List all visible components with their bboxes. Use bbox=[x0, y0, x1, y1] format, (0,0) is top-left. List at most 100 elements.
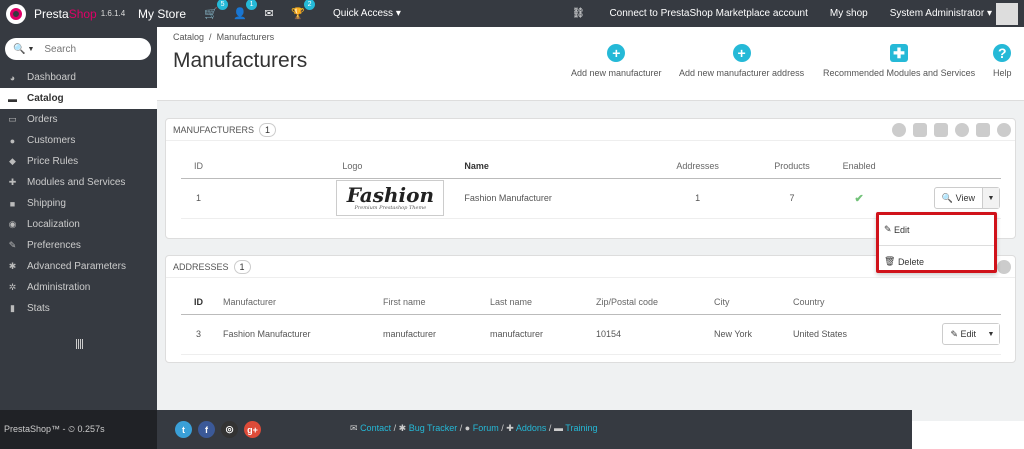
caret-down-icon[interactable]: ▼ bbox=[27, 46, 34, 53]
table-row[interactable]: 3 Fashion Manufacturer manufacturer manu… bbox=[181, 314, 1001, 355]
sidebar-item-label: Advanced Parameters bbox=[27, 261, 126, 272]
cell-id: 3 bbox=[181, 314, 223, 355]
search-input[interactable] bbox=[44, 43, 145, 55]
admin-menu[interactable]: System Administrator ▾ bbox=[890, 8, 992, 19]
column-header[interactable]: Last name bbox=[490, 291, 596, 315]
collapse-sidebar-icon[interactable] bbox=[76, 339, 83, 349]
caret-down-icon: ▼ bbox=[987, 330, 995, 338]
wrench-icon: ✎ bbox=[8, 240, 17, 250]
dropdown-delete[interactable]: 🗑 Delete bbox=[879, 249, 994, 274]
sidebar-item-label: Catalog bbox=[27, 93, 64, 104]
recommended-modules-button[interactable]: ✚ Recommended Modules and Services bbox=[823, 44, 975, 78]
column-header[interactable]: Name bbox=[444, 155, 643, 179]
quick-access-menu[interactable]: Quick Access ▾ bbox=[333, 8, 401, 19]
sidebar-item-orders[interactable]: ▭ Orders bbox=[0, 109, 157, 130]
column-header[interactable]: Zip/Postal code bbox=[596, 291, 714, 315]
sidebar-item-label: Dashboard bbox=[27, 72, 76, 83]
actions-dropdown-menu: ✎ Edit 🗑 Delete bbox=[876, 212, 997, 273]
row-actions: ✎ Edit ▼ bbox=[942, 323, 1000, 345]
column-header[interactable]: Products bbox=[752, 155, 832, 179]
cell-name: Fashion Manufacturer bbox=[444, 178, 643, 219]
sidebar-item-shipping[interactable]: ■ Shipping bbox=[0, 193, 157, 214]
sidebar-item-price-rules[interactable]: ◆ Price Rules bbox=[0, 151, 157, 172]
cell-products: 7 bbox=[752, 178, 832, 219]
avatar[interactable] bbox=[996, 2, 1018, 25]
manufacturer-logo: Fashion Premium Prestashop Theme bbox=[336, 180, 445, 216]
add-manufacturer-button[interactable]: + Add new manufacturer bbox=[571, 44, 662, 78]
recommended-modules-label: Recommended Modules and Services bbox=[823, 68, 976, 78]
export-icon[interactable] bbox=[913, 123, 927, 137]
database-icon[interactable] bbox=[997, 123, 1011, 137]
column-header[interactable]: Enabled bbox=[831, 155, 887, 179]
github-icon[interactable]: ◎ bbox=[221, 421, 238, 438]
my-shop-link[interactable]: My shop bbox=[830, 8, 868, 19]
sidebar-item-stats[interactable]: ▮ Stats bbox=[0, 298, 157, 319]
count-badge: 1 bbox=[259, 122, 277, 137]
column-header[interactable]: First name bbox=[383, 291, 490, 315]
column-header[interactable]: City bbox=[714, 291, 793, 315]
twitter-icon[interactable]: t bbox=[175, 421, 192, 438]
add-address-button[interactable]: + Add new manufacturer address bbox=[679, 44, 804, 78]
facebook-icon[interactable]: f bbox=[198, 421, 215, 438]
bug-tracker-link[interactable]: Bug Tracker bbox=[409, 423, 458, 433]
cell-logo: Fashion Premium Prestashop Theme bbox=[260, 178, 445, 219]
sidebar-item-dashboard[interactable]: ◕ Dashboard bbox=[0, 67, 157, 88]
sidebar-item-catalog[interactable]: ▬ Catalog bbox=[0, 88, 157, 109]
column-header[interactable]: Manufacturer bbox=[223, 291, 383, 315]
view-button[interactable]: 🔍 View bbox=[935, 188, 983, 208]
sidebar-item-label: Price Rules bbox=[27, 156, 79, 167]
edit-label: Edit bbox=[894, 224, 910, 235]
envelope-icon[interactable]: ✉ bbox=[262, 7, 276, 21]
quick-access-label: Quick Access bbox=[333, 8, 394, 19]
sidebar-item-administration[interactable]: ✲ Administration bbox=[0, 277, 157, 298]
sidebar-item-advanced-parameters[interactable]: ✱ Advanced Parameters bbox=[0, 256, 157, 277]
cogs-icon: ✱ bbox=[8, 261, 17, 271]
google-plus-icon[interactable]: g+ bbox=[244, 421, 261, 438]
help-icon: ? bbox=[993, 44, 1012, 62]
addons-link[interactable]: Addons bbox=[516, 423, 547, 433]
footer-links: ✉ Contact / ✱ Bug Tracker / ● Forum / ✚ … bbox=[350, 423, 597, 434]
column-header[interactable]: Addresses bbox=[642, 155, 753, 179]
cloud-icon[interactable] bbox=[934, 123, 948, 137]
blank-area bbox=[912, 421, 1024, 449]
sidebar-item-modules[interactable]: ✚ Modules and Services bbox=[0, 172, 157, 193]
sidebar-item-customers[interactable]: ● Customers bbox=[0, 130, 157, 151]
cog-icon: ✲ bbox=[8, 282, 17, 292]
sidebar-item-localization[interactable]: ◉ Localization bbox=[0, 214, 157, 235]
sidebar-item-preferences[interactable]: ✎ Preferences bbox=[0, 235, 157, 256]
database-icon[interactable] bbox=[997, 260, 1011, 274]
column-header[interactable]: ID bbox=[181, 291, 223, 315]
forum-link[interactable]: Forum bbox=[473, 423, 499, 433]
refresh-icon[interactable] bbox=[955, 123, 969, 137]
sidebar-item-label: Modules and Services bbox=[27, 177, 126, 188]
sidebar-item-label: Shipping bbox=[27, 198, 66, 209]
column-header[interactable]: ID bbox=[181, 155, 261, 179]
brand-logo[interactable]: PrestaShop 1.6.1.4 bbox=[0, 3, 134, 24]
cart-icon[interactable]: 🛒 5 bbox=[204, 0, 229, 21]
column-header[interactable]: Country bbox=[793, 291, 923, 315]
store-name-link[interactable]: My Store bbox=[138, 7, 186, 21]
training-link[interactable]: Training bbox=[565, 423, 597, 433]
comments-icon: ● bbox=[464, 423, 471, 433]
column-header-actions bbox=[886, 155, 1001, 179]
marketplace-link[interactable]: ⛓ Connect to PrestaShop Marketplace acco… bbox=[572, 8, 808, 19]
edit-button[interactable]: ✎ Edit bbox=[943, 324, 983, 344]
panel-title: Manufacturers bbox=[173, 124, 255, 135]
dropdown-edit[interactable]: ✎ Edit bbox=[879, 217, 994, 242]
search-icon[interactable]: 🔍 bbox=[13, 44, 25, 55]
actions-dropdown-toggle[interactable]: ▼ bbox=[983, 188, 999, 208]
trophy-icon[interactable]: 🏆 2 bbox=[291, 0, 316, 21]
top-bar: PrestaShop 1.6.1.4 My Store 🛒 5 👤 1 ✉ 🏆 2 Q… bbox=[0, 0, 1024, 27]
help-button[interactable]: ? Help bbox=[993, 44, 1012, 78]
contact-link[interactable]: Contact bbox=[360, 423, 391, 433]
terminal-icon[interactable] bbox=[976, 123, 990, 137]
breadcrumb-catalog[interactable]: Catalog bbox=[173, 32, 204, 42]
check-icon[interactable]: ✔ bbox=[854, 193, 863, 205]
search-box: 🔍 ▼ bbox=[5, 38, 151, 60]
link-icon: ⛓ bbox=[571, 8, 588, 19]
actions-dropdown-toggle[interactable]: ▼ bbox=[983, 324, 999, 344]
user-icon[interactable]: 👤 1 bbox=[233, 0, 258, 21]
truck-icon: ■ bbox=[9, 198, 16, 209]
add-icon[interactable] bbox=[892, 123, 906, 137]
sidebar-item-label: Preferences bbox=[27, 240, 81, 251]
